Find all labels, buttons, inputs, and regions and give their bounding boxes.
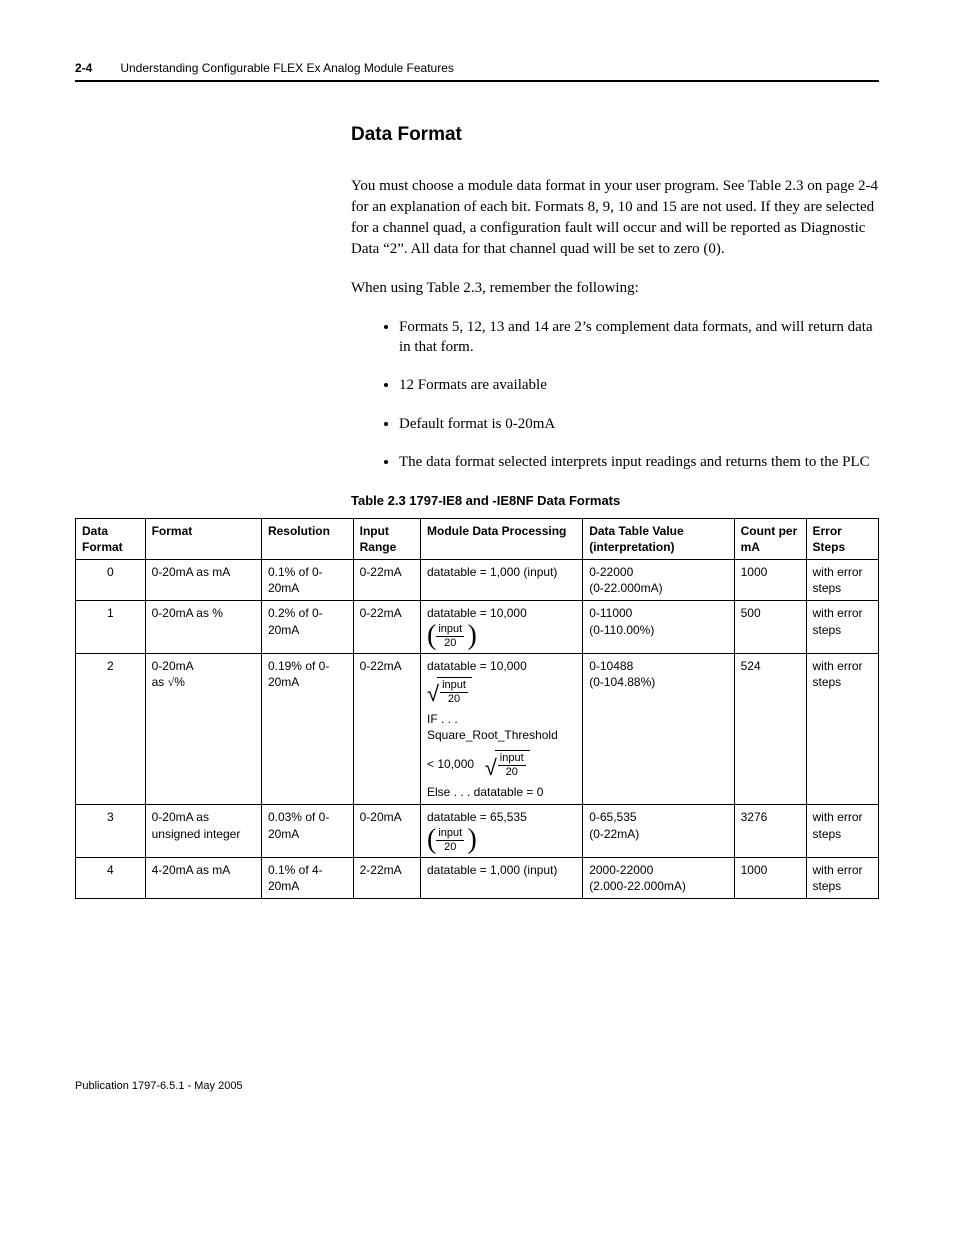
cell-count: 1000: [734, 857, 806, 898]
th-format: Format: [145, 518, 261, 559]
bullet-item: Default format is 0-20mA: [399, 414, 879, 434]
table-row: 3 0-20mA as unsigned integer 0.03% of 0-…: [76, 805, 879, 857]
cell-format: 0-20mA as unsigned integer: [145, 805, 261, 857]
th-input-range: Input Range: [353, 518, 420, 559]
cell-count: 3276: [734, 805, 806, 857]
paragraph-2: When using Table 2.3, remember the follo…: [351, 278, 879, 299]
footer-publication: Publication 1797-6.5.1 - May 2005: [75, 1079, 879, 1094]
cell-df: 2: [76, 653, 146, 805]
th-count: Count per mA: [734, 518, 806, 559]
cell-error: with error steps: [806, 805, 879, 857]
th-dtv: Data Table Value (interpretation): [583, 518, 734, 559]
section-heading: Data Format: [351, 122, 879, 148]
cell-range: 0-22mA: [353, 560, 420, 601]
cell-format: 4-20mA as mA: [145, 857, 261, 898]
cell-resolution: 0.1% of 4-20mA: [261, 857, 353, 898]
cell-count: 500: [734, 601, 806, 653]
cell-error: with error steps: [806, 857, 879, 898]
cell-processing: datatable = 10,000 ( input 20 ): [421, 601, 583, 653]
cell-error: with error steps: [806, 601, 879, 653]
cell-range: 0-22mA: [353, 653, 420, 805]
cell-resolution: 0.19% of 0-20mA: [261, 653, 353, 805]
cell-dtv: 2000-22000(2.000-22.000mA): [583, 857, 734, 898]
header-title: Understanding Configurable FLEX Ex Analo…: [120, 60, 454, 76]
bullet-item: The data format selected interprets inpu…: [399, 452, 879, 472]
paragraph-1: You must choose a module data format in …: [351, 176, 879, 260]
cell-dtv: 0-10488(0-104.88%): [583, 653, 734, 805]
table-row: 1 0-20mA as % 0.2% of 0-20mA 0-22mA data…: [76, 601, 879, 653]
cell-range: 0-22mA: [353, 601, 420, 653]
cell-format: 0-20mAas √%: [145, 653, 261, 805]
bullet-item: Formats 5, 12, 13 and 14 are 2’s complem…: [399, 317, 879, 358]
th-processing: Module Data Processing: [421, 518, 583, 559]
cell-resolution: 0.2% of 0-20mA: [261, 601, 353, 653]
cell-range: 0-20mA: [353, 805, 420, 857]
cell-format: 0-20mA as mA: [145, 560, 261, 601]
cell-processing: datatable = 1,000 (input): [421, 560, 583, 601]
cell-range: 2-22mA: [353, 857, 420, 898]
page-header: 2-4 Understanding Configurable FLEX Ex A…: [75, 60, 879, 82]
cell-resolution: 0.1% of 0-20mA: [261, 560, 353, 601]
cell-count: 524: [734, 653, 806, 805]
page-number: 2-4: [75, 60, 92, 76]
bullet-list: Formats 5, 12, 13 and 14 are 2’s complem…: [351, 317, 879, 472]
cell-error: with error steps: [806, 653, 879, 805]
cell-format: 0-20mA as %: [145, 601, 261, 653]
table-row: 4 4-20mA as mA 0.1% of 4-20mA 2-22mA dat…: [76, 857, 879, 898]
cell-df: 1: [76, 601, 146, 653]
cell-error: with error steps: [806, 560, 879, 601]
cell-dtv: 0-65,535(0-22mA): [583, 805, 734, 857]
table-header-row: Data Format Format Resolution Input Rang…: [76, 518, 879, 559]
th-error: Error Steps: [806, 518, 879, 559]
bullet-item: 12 Formats are available: [399, 375, 879, 395]
cell-resolution: 0.03% of 0-20mA: [261, 805, 353, 857]
main-content: Data Format You must choose a module dat…: [351, 122, 879, 472]
cell-dtv: 0-22000(0-22.000mA): [583, 560, 734, 601]
table-row: 2 0-20mAas √% 0.19% of 0-20mA 0-22mA dat…: [76, 653, 879, 805]
cell-processing: datatable = 1,000 (input): [421, 857, 583, 898]
cell-df: 4: [76, 857, 146, 898]
cell-dtv: 0-11000(0-110.00%): [583, 601, 734, 653]
th-resolution: Resolution: [261, 518, 353, 559]
cell-count: 1000: [734, 560, 806, 601]
cell-processing: datatable = 10,000 √ input 20 IF . . .: [421, 653, 583, 805]
data-formats-table: Data Format Format Resolution Input Rang…: [75, 518, 879, 899]
cell-df: 0: [76, 560, 146, 601]
table-row: 0 0-20mA as mA 0.1% of 0-20mA 0-22mA dat…: [76, 560, 879, 601]
th-data-format: Data Format: [76, 518, 146, 559]
cell-processing: datatable = 65,535 ( input 20 ): [421, 805, 583, 857]
table-caption: Table 2.3 1797-IE8 and -IE8NF Data Forma…: [351, 492, 879, 510]
cell-df: 3: [76, 805, 146, 857]
